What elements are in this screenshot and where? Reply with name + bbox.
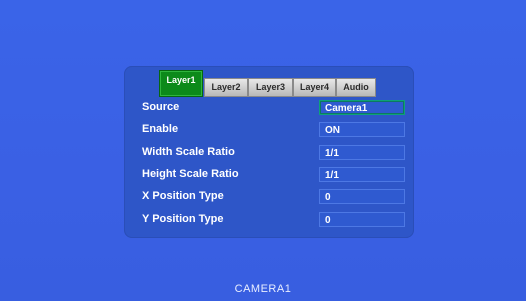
video-screen: Layer1 Layer2 Layer3 Layer4 Audio Source… [0, 0, 526, 301]
tab-layer1[interactable]: Layer1 [159, 70, 203, 97]
tab-label: Layer4 [299, 82, 330, 92]
tab-label: Layer3 [255, 82, 286, 92]
source-value-field[interactable]: Camera1 [319, 100, 405, 115]
tab-label: Audio [343, 82, 369, 92]
height-scale-ratio-field[interactable]: 1/1 [319, 167, 405, 182]
setting-label: Width Scale Ratio [142, 146, 235, 158]
setting-row-x-position-type[interactable]: X Position Type 0 [136, 189, 408, 206]
tab-layer2[interactable]: Layer2 [204, 78, 248, 97]
x-position-type-field[interactable]: 0 [319, 189, 405, 204]
setting-label: Source [142, 101, 180, 113]
setting-row-source[interactable]: Source Camera1 [136, 100, 408, 117]
channel-name-label: CAMERA1 [234, 283, 292, 295]
setting-label: X Position Type [142, 190, 224, 202]
tab-label: Layer2 [211, 82, 241, 92]
tab-audio[interactable]: Audio [336, 78, 376, 97]
tab-layer3[interactable]: Layer3 [248, 78, 293, 97]
y-position-type-field[interactable]: 0 [319, 212, 405, 227]
setting-label: Height Scale Ratio [142, 168, 239, 180]
setting-label: Enable [142, 123, 179, 135]
enable-value-field[interactable]: ON [319, 122, 405, 137]
setting-label: Y Position Type [142, 213, 224, 225]
tab-label: Layer1 [166, 74, 196, 85]
tab-layer4[interactable]: Layer4 [293, 78, 336, 97]
setting-row-y-position-type[interactable]: Y Position Type 0 [136, 212, 408, 229]
width-scale-ratio-field[interactable]: 1/1 [319, 145, 405, 160]
osd-menu-panel: Layer1 Layer2 Layer3 Layer4 Audio Source… [124, 66, 414, 238]
setting-row-height-scale-ratio[interactable]: Height Scale Ratio 1/1 [136, 167, 408, 184]
setting-row-enable[interactable]: Enable ON [136, 122, 408, 139]
setting-row-width-scale-ratio[interactable]: Width Scale Ratio 1/1 [136, 145, 408, 162]
layer-tabbar: Layer1 Layer2 Layer3 Layer4 Audio [159, 69, 379, 97]
